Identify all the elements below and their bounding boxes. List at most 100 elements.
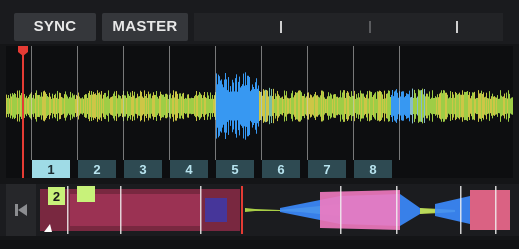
waveform-bar [228, 77, 229, 135]
waveform-bar [333, 94, 334, 118]
waveform-bar [342, 92, 343, 120]
overview-playhead[interactable] [241, 186, 243, 234]
waveform-bar [184, 98, 185, 114]
waveform-bar [116, 90, 117, 122]
waveform-bar [120, 96, 121, 116]
waveform-bar [501, 95, 502, 117]
waveform-bar [251, 89, 252, 123]
overview-segment [470, 190, 510, 230]
waveform-bar [296, 92, 297, 120]
waveform-bar [301, 92, 302, 120]
waveform-bar [230, 86, 231, 126]
waveform-bar [56, 97, 57, 115]
waveform-bar [361, 93, 362, 119]
waveform-bar [461, 94, 462, 118]
overview-grid-line [460, 186, 462, 234]
skip-back-icon [15, 204, 27, 216]
beat-marker-1[interactable]: 1 [32, 160, 70, 178]
waveform-bar [109, 98, 110, 114]
waveform-bar [253, 86, 254, 126]
waveform-bar [205, 97, 206, 115]
waveform-bar [405, 96, 406, 116]
waveform-bar [189, 98, 190, 114]
waveform-bar [479, 93, 480, 119]
waveform-bar [35, 92, 36, 120]
master-button[interactable]: MASTER [102, 13, 188, 41]
waveform-bar [412, 88, 413, 124]
waveform-bar [72, 93, 73, 119]
waveform-bar [243, 73, 244, 139]
waveform-bar [308, 92, 309, 120]
waveform-bar [445, 92, 446, 120]
waveform-bar [398, 97, 399, 115]
waveform-bar [400, 96, 401, 116]
beat-marker-4[interactable]: 4 [170, 160, 208, 178]
stripe-waveform[interactable]: 1 2 3 4 5 6 7 8 [6, 46, 513, 178]
waveform-bar [10, 93, 11, 119]
waveform-bar [269, 87, 270, 125]
waveform-bar [369, 90, 370, 122]
waveform-bar [432, 90, 433, 122]
waveform-bar [256, 78, 257, 134]
waveform-bar [351, 91, 352, 121]
waveform-bar [376, 98, 377, 114]
deck-panel: SYNC MASTER 1 2 3 4 5 6 7 8 2 [0, 0, 519, 249]
hotcue-marker[interactable] [77, 186, 95, 202]
waveform-bar [365, 97, 366, 115]
beat-marker-6[interactable]: 6 [262, 160, 300, 178]
waveform-bar [42, 96, 43, 116]
waveform-bar [223, 87, 224, 125]
waveform-bar [466, 91, 467, 121]
waveform-bar [478, 90, 479, 122]
waveform-bar [444, 90, 445, 122]
waveform-bar [21, 92, 22, 120]
beat-marker-label: 6 [277, 162, 284, 177]
waveform-bar [439, 93, 440, 119]
waveform-bar [322, 90, 323, 122]
waveform-bar [147, 97, 148, 115]
overview-grid-line [67, 186, 69, 234]
waveform-bar [328, 92, 329, 120]
waveform-bar [465, 92, 466, 120]
waveform-bar [490, 98, 491, 114]
waveform-canvas[interactable]: 1 2 3 4 5 6 7 8 [6, 46, 513, 178]
waveform-bar [237, 91, 238, 121]
waveform-bar [103, 94, 104, 118]
beat-marker-8[interactable]: 8 [354, 160, 392, 178]
waveform-bar [66, 94, 67, 118]
sync-button[interactable]: SYNC [14, 13, 96, 41]
jump-to-start-button[interactable] [6, 184, 36, 236]
waveform-bar [372, 96, 373, 116]
waveform-bar [329, 96, 330, 116]
waveform-bar [420, 90, 421, 122]
waveform-bar [343, 90, 344, 122]
beat-grid-line [261, 46, 262, 160]
waveform-bar [213, 98, 214, 114]
waveform-bar [27, 98, 28, 114]
beat-marker-7[interactable]: 7 [308, 160, 346, 178]
waveform-bar [433, 98, 434, 114]
waveform-bar [396, 89, 397, 123]
waveform-bar [470, 98, 471, 114]
beat-marker-2[interactable]: 2 [78, 160, 116, 178]
beat-marker-3[interactable]: 3 [124, 160, 162, 178]
waveform-bar [462, 90, 463, 122]
waveform-bar [36, 90, 37, 122]
waveform-bar [475, 98, 476, 114]
waveform-bar [80, 98, 81, 114]
waveform-bar [104, 93, 105, 119]
waveform-bar [101, 91, 102, 121]
track-overview[interactable]: 2 [40, 186, 512, 234]
waveform-bar [70, 91, 71, 121]
waveform-bar [452, 92, 453, 120]
waveform-bar [453, 94, 454, 118]
waveform-bar [39, 94, 40, 118]
waveform-bar [442, 93, 443, 119]
waveform-bar [356, 94, 357, 118]
waveform-bar [182, 93, 183, 119]
waveform-bar [92, 94, 93, 118]
beat-marker-5[interactable]: 5 [216, 160, 254, 178]
waveform-bar [224, 79, 225, 133]
waveform-bar [509, 93, 510, 119]
waveform-bar [124, 95, 125, 117]
